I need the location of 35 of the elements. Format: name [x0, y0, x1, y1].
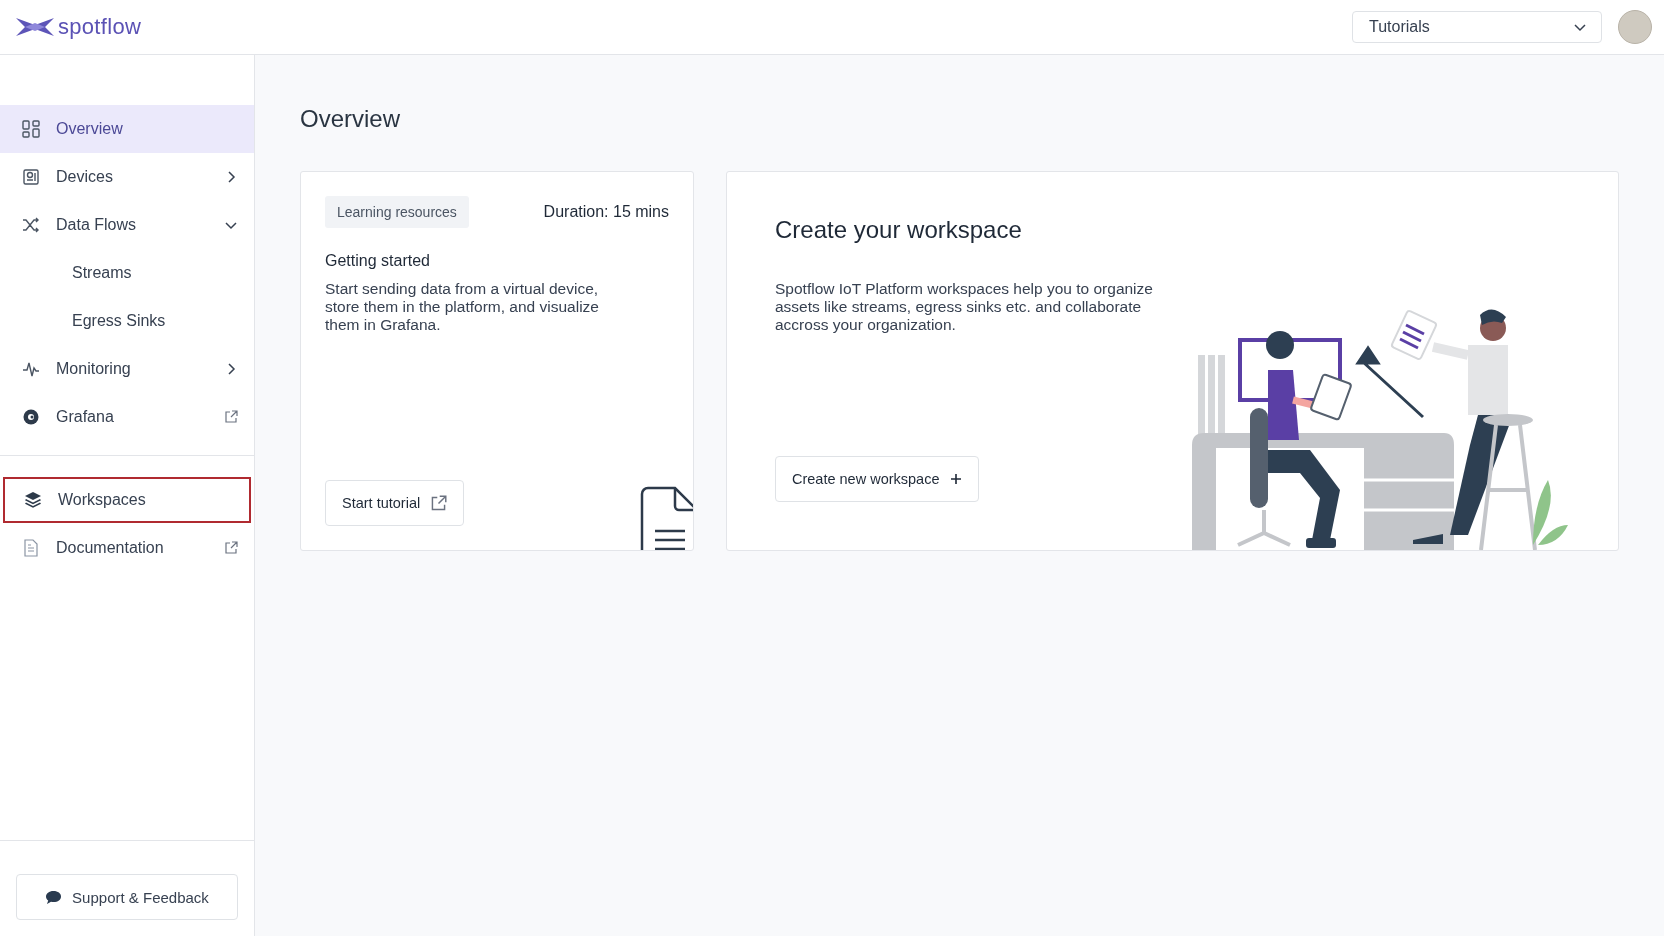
chip-icon — [22, 168, 40, 186]
nav-item[interactable]: Documentation — [0, 524, 254, 572]
logo-text: spotflow — [58, 14, 142, 40]
support-feedback-button[interactable]: Support & Feedback — [16, 874, 238, 920]
nav-item[interactable]: Data Flows — [0, 201, 254, 249]
gear-icon — [22, 408, 40, 426]
nav-item[interactable]: Workspaces — [2, 476, 252, 524]
shuffle-icon — [22, 216, 40, 234]
external-link-icon — [224, 541, 238, 555]
nav-subitem[interactable]: Streams — [0, 249, 254, 297]
tag-label: Learning resources — [325, 196, 469, 228]
plus-icon — [949, 473, 962, 485]
create-workspace-button[interactable]: Create new workspace — [775, 456, 979, 502]
external-link-icon — [430, 494, 448, 512]
project-select[interactable]: Tutorials — [1352, 11, 1602, 43]
start-tutorial-button[interactable]: Start tutorial — [325, 480, 465, 526]
logo-icon — [16, 17, 54, 37]
card-title: Create your workspace — [775, 216, 1023, 244]
nav-item[interactable]: Devices — [0, 153, 254, 201]
card-description: Spotflow IoT Platform workspaces help you to organize assets like streams, egress sinks etc. and collaborate accross your organization. — [775, 280, 1154, 334]
document-icon — [22, 539, 40, 557]
page-title: Overview — [300, 105, 402, 133]
nav-item[interactable]: Grafana — [0, 393, 254, 441]
card-description: Start sending data from a virtual device, store them in the platform, and visualize them in Grafana. — [325, 280, 600, 334]
chat-bubble-icon — [45, 889, 63, 905]
layers-icon — [24, 491, 42, 509]
duration-text: Duration: 15 mins — [543, 203, 669, 221]
document-icon — [639, 486, 693, 550]
nav-subitem[interactable]: Egress Sinks — [0, 297, 254, 345]
card-title: Getting started — [325, 252, 431, 270]
nav-item[interactable]: Monitoring — [0, 345, 254, 393]
external-link-icon — [224, 410, 238, 424]
pulse-icon — [22, 360, 40, 378]
grid-icon — [22, 120, 40, 138]
nav-item[interactable]: Overview — [0, 105, 254, 153]
